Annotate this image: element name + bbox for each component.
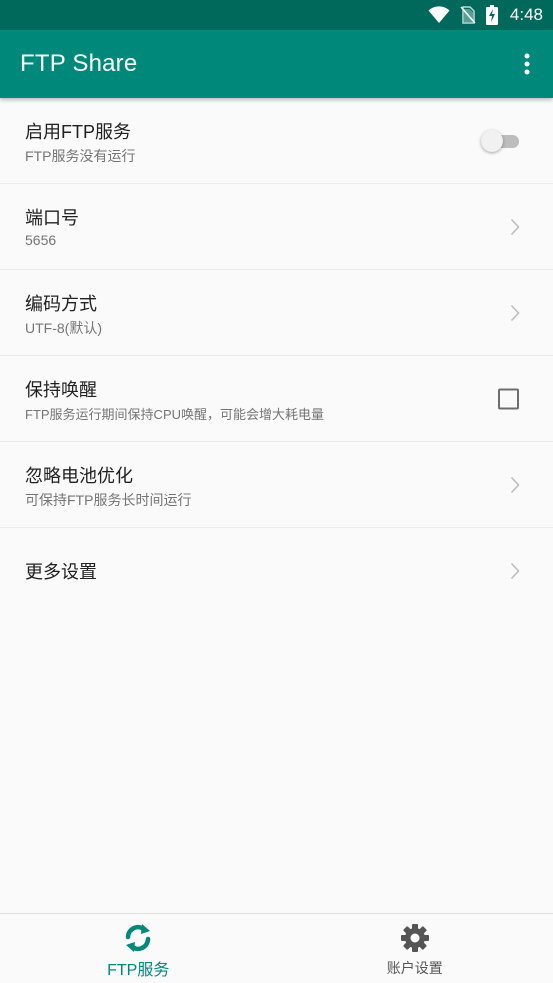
chevron-right-icon [510, 304, 520, 321]
encoding-value: UTF-8(默认) [25, 320, 102, 336]
port-value: 5656 [25, 232, 57, 248]
enable-ftp-row[interactable]: 启用FTP服务 FTP服务没有运行 [0, 98, 553, 184]
enable-ftp-title: 启用FTP服务 [25, 122, 131, 142]
toggle-thumb [481, 129, 503, 152]
nav-account-settings-label: 账户设置 [386, 960, 443, 976]
chevron-right-icon [510, 562, 520, 580]
encoding-row[interactable]: 编码方式 UTF-8(默认) [0, 270, 553, 356]
status-bar: 4:48 [0, 0, 553, 30]
wifi-icon [428, 6, 450, 24]
nav-account-settings[interactable]: 账户设置 [277, 914, 553, 983]
nav-ftp-service[interactable]: FTP服务 [0, 914, 277, 983]
overflow-menu-button[interactable] [515, 50, 539, 78]
more-settings-row[interactable]: 更多设置 [0, 528, 553, 614]
sync-icon [126, 924, 151, 952]
port-title: 端口号 [25, 208, 79, 228]
ignore-battery-row[interactable]: 忽略电池优化 可保持FTP服务长时间运行 [0, 442, 553, 528]
enable-ftp-status: FTP服务没有运行 [25, 148, 136, 164]
keep-awake-description: FTP服务运行期间保持CPU唤醒，可能会增大耗电量 [25, 407, 325, 422]
ignore-battery-title: 忽略电池优化 [25, 466, 133, 486]
gear-icon [400, 924, 429, 952]
enable-ftp-toggle[interactable] [481, 129, 521, 152]
status-time: 4:48 [509, 5, 543, 24]
port-row[interactable]: 端口号 5656 [0, 184, 553, 270]
more-settings-title: 更多设置 [25, 562, 97, 582]
keep-awake-row[interactable]: 保持唤醒 FTP服务运行期间保持CPU唤醒，可能会增大耗电量 [0, 356, 553, 442]
app-bar: FTP Share [0, 30, 553, 98]
settings-list: 启用FTP服务 FTP服务没有运行 端口号 5656 编码方式 UTF-8(默认… [0, 98, 553, 614]
screen: 4:48 FTP Share 启用FTP服务 FTP服务没有运行 端口号 565… [0, 0, 553, 983]
bottom-nav: FTP服务 账户设置 [0, 913, 553, 983]
keep-awake-checkbox[interactable] [498, 388, 519, 409]
no-sim-icon [460, 6, 476, 24]
nav-ftp-service-label: FTP服务 [107, 962, 170, 979]
battery-charging-icon [485, 5, 498, 25]
keep-awake-title: 保持唤醒 [25, 380, 97, 400]
chevron-right-icon [510, 218, 520, 235]
chevron-right-icon [510, 476, 520, 493]
app-title: FTP Share [20, 50, 138, 77]
ignore-battery-description: 可保持FTP服务长时间运行 [25, 492, 192, 508]
status-icons: 4:48 [418, 0, 543, 30]
more-vert-icon [524, 53, 530, 75]
encoding-title: 编码方式 [25, 294, 97, 314]
